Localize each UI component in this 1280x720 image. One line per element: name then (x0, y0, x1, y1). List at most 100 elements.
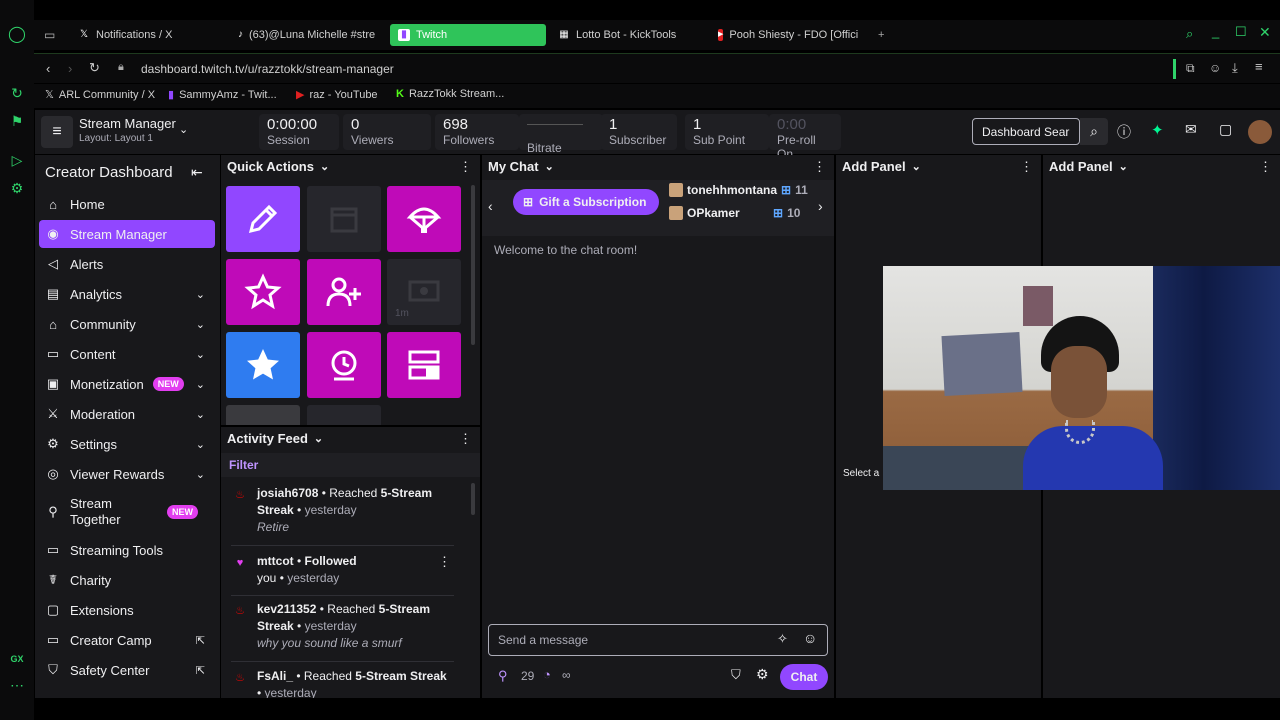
download-icon[interactable]: ⤓ (1232, 60, 1238, 76)
chat-settings-gear-icon[interactable]: ⚙ (756, 666, 769, 683)
kebab-menu-icon[interactable]: ⋮ (459, 431, 472, 447)
scrollbar[interactable] (471, 483, 475, 515)
extensions-icon[interactable]: ⧉ (1186, 61, 1195, 76)
sidebar-item-viewer-rewards[interactable]: ◎ Viewer Rewards ⌄ (39, 460, 215, 488)
kebab-menu-icon[interactable]: ⋮ (1259, 159, 1272, 175)
opera-logo-icon[interactable]: ◯ (8, 26, 26, 44)
chevron-down-icon[interactable]: ⌄ (1119, 160, 1128, 173)
quick-action-tile-partial[interactable] (307, 405, 381, 425)
bookmark-sammyamz[interactable]: ▮ SammyAmz - Twit... (168, 88, 277, 102)
list-item[interactable]: ♨ josiah6708 • Reached 5-Stream Streak •… (233, 485, 458, 539)
layout-button[interactable] (387, 332, 461, 398)
bits-icon[interactable]: ✧ (777, 631, 788, 647)
kebab-menu-icon[interactable]: ⋮ (1020, 159, 1033, 175)
sidebar-item-moderation[interactable]: ⚔ Moderation ⌄ (39, 400, 215, 428)
workspace-icon[interactable]: ▭ (36, 24, 70, 46)
back-icon[interactable]: ‹ (46, 61, 50, 76)
sidebar-item-analytics[interactable]: ▤ Analytics ⌄ (39, 280, 215, 308)
maximize-icon[interactable]: ☐ (1235, 24, 1247, 40)
bookmark-razztokk[interactable]: K RazzTokk Stream... (396, 88, 504, 100)
layout-chevron-down-icon[interactable]: ⌄ (179, 123, 188, 136)
raid-button[interactable] (387, 186, 461, 252)
quick-action-tile-partial[interactable] (226, 405, 300, 425)
sidebar-item-stream-manager[interactable]: ◉ Stream Manager (39, 220, 215, 248)
sidebar-item-safety-center[interactable]: ⛉ Safety Center ⇱ (39, 656, 215, 684)
kebab-menu-icon[interactable]: ⋮ (438, 553, 451, 570)
inbox-icon[interactable]: ✉ (1185, 121, 1197, 138)
sidebar-item-home[interactable]: ⌂ Home (39, 190, 215, 218)
scrollbar[interactable] (471, 185, 475, 345)
speed-dial-icon[interactable]: ↻ (8, 84, 26, 102)
chevron-left-icon[interactable]: ‹ (488, 198, 493, 214)
chevron-down-icon[interactable]: ⌄ (912, 160, 921, 173)
whispers-icon[interactable]: ▢ (1219, 121, 1232, 138)
address-bar-row: ‹ › ↻ 🔒︎ dashboard.twitch.tv/u/razztokk/… (34, 53, 1280, 83)
channel-points-icon[interactable]: ⚲ (498, 668, 508, 684)
gifter-name: OPkamer (687, 206, 740, 220)
shoutout-button[interactable] (226, 332, 300, 398)
chevron-down-icon[interactable]: ⌄ (320, 160, 329, 173)
edit-stream-info-button[interactable] (226, 186, 300, 252)
search-tabs-icon[interactable]: ⌕ (1186, 26, 1193, 42)
gx-control-icon[interactable]: ⚑ (8, 112, 26, 130)
featured-button[interactable] (226, 259, 300, 325)
sidebar-item-settings[interactable]: ⚙ Settings ⌄ (39, 430, 215, 458)
bookmark-arl[interactable]: 𝕏 ARL Community / X (45, 88, 155, 102)
tab-twitch[interactable]: ▮ Twitch (390, 24, 546, 46)
ad-timer-button[interactable]: 1m (387, 259, 461, 325)
chevron-down-icon[interactable]: ⌄ (545, 160, 554, 173)
stat-subscriber: 1 Subscriber (601, 114, 677, 150)
filter-button[interactable]: Filter (229, 458, 258, 472)
sparkle-icon[interactable]: ✦ (1151, 121, 1164, 139)
reload-icon[interactable]: ↻ (89, 60, 100, 76)
avatar[interactable] (1248, 120, 1272, 144)
stat-preroll[interactable]: 0:00 Pre-roll On (769, 114, 841, 161)
clip-button[interactable] (307, 186, 381, 252)
list-item[interactable]: ♥ mttcot • Followed you • yesterday ⋮ (233, 553, 458, 589)
chevron-right-icon[interactable]: › (818, 198, 823, 214)
bookmark-youtube[interactable]: ▶ raz - YouTube (296, 88, 378, 102)
account-icon[interactable]: ☺ (1209, 61, 1221, 75)
chevron-down-icon[interactable]: ⌄ (314, 432, 323, 445)
sidebar-item-monetization[interactable]: ▣ Monetization NEW ⌄ (39, 370, 215, 398)
list-item[interactable]: ♨ kev211352 • Reached 5-Stream Streak • … (233, 601, 458, 655)
gifter-row[interactable]: tonehhmontana ⊞ 11 (669, 183, 808, 197)
sidebar-item-extensions[interactable]: ▢ Extensions (39, 596, 215, 624)
search-icon[interactable]: ⌕ (1080, 118, 1108, 145)
minimize-icon[interactable]: _ (1212, 24, 1219, 39)
tab-notifications-x[interactable]: 𝕏 Notifications / X (70, 24, 226, 46)
sidebar-item-alerts[interactable]: ◁ Alerts (39, 250, 215, 278)
tab-youtube[interactable]: ▶ Pooh Shiesty - FDO [Offici (710, 24, 866, 46)
sidebar-item-charity[interactable]: ☤ Charity (39, 566, 215, 594)
settings-gear-icon[interactable]: ⚙ (8, 179, 26, 197)
kebab-menu-icon[interactable]: ⋮ (813, 159, 826, 175)
sidebar-item-creator-camp[interactable]: ▭ Creator Camp ⇱ (39, 626, 215, 654)
chat-send-button[interactable]: Chat (780, 664, 828, 690)
prediction-button[interactable] (307, 332, 381, 398)
url-input[interactable]: dashboard.twitch.tv/u/razztokk/stream-ma… (141, 62, 394, 76)
more-dots-icon[interactable]: ⋯ (8, 676, 26, 694)
forward-icon[interactable]: › (68, 61, 72, 76)
tab-kicktools[interactable]: ▦ Lotto Bot - KickTools (550, 24, 706, 46)
tab-tiktok[interactable]: ♪ (63)@Luna Michelle #stre (230, 24, 382, 46)
list-item[interactable]: ♨ FsAli_ • Reached 5-Stream Streak • yes… (233, 668, 458, 698)
close-window-icon[interactable]: ✕ (1259, 24, 1271, 41)
emote-icon[interactable]: ☺ (803, 630, 817, 646)
gifter-row[interactable]: OPkamer ⊞ 10 (669, 206, 800, 220)
help-icon[interactable]: ⓘ (1117, 122, 1131, 142)
new-tab-button[interactable]: + (870, 24, 894, 46)
player-icon[interactable]: ▷ (8, 151, 26, 169)
sidebar-item-community[interactable]: ⌂ Community ⌄ (39, 310, 215, 338)
collapse-sidebar-icon[interactable]: ⇤ (191, 164, 203, 181)
sidebar-item-streaming-tools[interactable]: ▭ Streaming Tools (39, 536, 215, 564)
add-moderator-button[interactable] (307, 259, 381, 325)
sidebar-item-content[interactable]: ▭ Content ⌄ (39, 340, 215, 368)
menu-icon[interactable]: ≡ (1255, 59, 1263, 74)
kebab-menu-icon[interactable]: ⋮ (459, 159, 472, 175)
hamburger-menu-icon[interactable]: ≡ (41, 116, 73, 148)
sidebar-item-stream-together[interactable]: ⚲ Stream Together NEW (39, 495, 215, 529)
gift-subscription-button[interactable]: ⊞ Gift a Subscription (513, 189, 659, 215)
chat-input[interactable]: Send a message ✧ ☺ (488, 624, 828, 656)
dashboard-search-input[interactable]: Dashboard Sear (972, 118, 1080, 145)
shield-icon[interactable]: ⛉ (731, 667, 741, 683)
